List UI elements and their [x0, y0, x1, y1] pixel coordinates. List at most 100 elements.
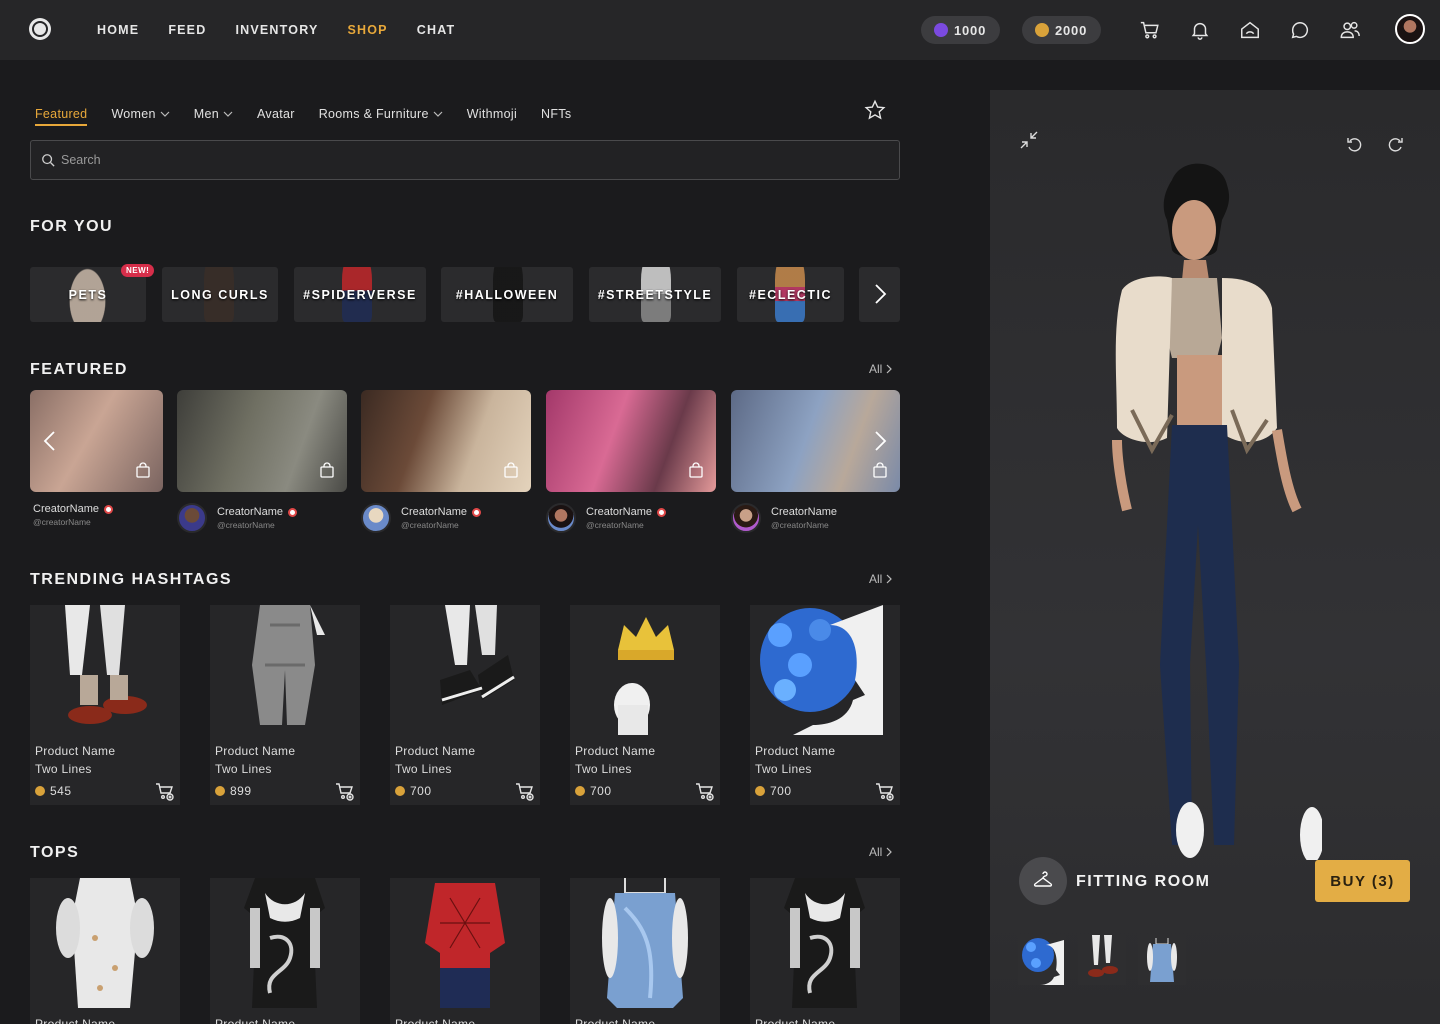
creator-info[interactable]: CreatorName @creatorName [33, 503, 114, 527]
minimize-icon[interactable] [1019, 130, 1039, 150]
featured-card[interactable] [361, 390, 531, 492]
fitting-item-thumb[interactable] [1078, 935, 1126, 985]
nav-feed[interactable]: FEED [168, 23, 206, 37]
chip-long-curls[interactable]: LONG CURLS [162, 267, 278, 322]
bag-icon[interactable] [688, 462, 704, 478]
product-image [750, 605, 900, 735]
nav-shop[interactable]: SHOP [348, 23, 388, 37]
chat-bubble-icon[interactable] [1288, 18, 1312, 42]
creator-name: CreatorName [33, 503, 114, 515]
product-name: Product Name Two Lines [35, 744, 116, 776]
tab-women[interactable]: Women [111, 107, 170, 121]
creator-info[interactable]: CreatorName @creatorName [546, 503, 667, 533]
chip-spiderverse[interactable]: #SPIDERVERSE [294, 267, 426, 322]
fitting-room-button[interactable] [1019, 857, 1067, 905]
bag-icon[interactable] [503, 462, 519, 478]
add-to-cart-icon[interactable] [515, 781, 535, 801]
tab-men[interactable]: Men [194, 107, 233, 121]
search-bar[interactable] [30, 140, 900, 180]
nav-inventory[interactable]: INVENTORY [235, 23, 318, 37]
tab-women-label: Women [111, 107, 156, 121]
creator-info[interactable]: CreatorName @creatorName [361, 503, 482, 533]
coin-icon [35, 786, 45, 796]
gem-icon [934, 23, 948, 37]
chevron-down-icon [223, 111, 233, 117]
creator-info[interactable]: CreatorName @creatorName [177, 503, 298, 533]
nav-home[interactable]: HOME [97, 23, 139, 37]
logo-icon[interactable] [29, 18, 51, 40]
product-card[interactable]: Product Name Two Lines 700 [570, 605, 720, 805]
chip-streetstyle[interactable]: #STREETSTYLE [589, 267, 721, 322]
creator-handle: @creatorName [771, 520, 829, 530]
product-card[interactable]: Product Name [30, 878, 180, 1024]
chevron-right-icon[interactable] [872, 430, 888, 452]
product-image [570, 878, 720, 1008]
redo-icon[interactable] [1385, 135, 1405, 155]
trending-all-link[interactable]: All [869, 572, 893, 586]
gems-balance[interactable]: 1000 [921, 16, 1001, 44]
for-you-title: FOR YOU [30, 218, 114, 235]
cart-icon[interactable] [1138, 18, 1162, 42]
featured-all-link[interactable]: All [869, 362, 893, 376]
featured-card[interactable] [177, 390, 347, 492]
creator-name: CreatorName [217, 506, 298, 518]
product-card[interactable]: Product Name [750, 878, 900, 1024]
bell-icon[interactable] [1188, 18, 1212, 42]
search-input[interactable] [61, 153, 861, 167]
featured-card[interactable] [546, 390, 716, 492]
tab-avatar[interactable]: Avatar [257, 107, 295, 121]
creator-handle: @creatorName [33, 517, 91, 527]
profile-avatar[interactable] [1395, 14, 1425, 44]
add-to-cart-icon[interactable] [155, 781, 175, 801]
chip-eclectic[interactable]: #ECLECTIC [737, 267, 844, 322]
people-icon[interactable] [1338, 18, 1362, 42]
top-bar: HOME FEED INVENTORY SHOP CHAT 1000 2000 [0, 0, 1440, 60]
tab-nfts[interactable]: NFTs [541, 107, 571, 121]
chevron-down-icon [433, 111, 443, 117]
product-image [390, 878, 540, 1008]
product-price: 700 [575, 784, 612, 798]
star-icon[interactable] [864, 99, 886, 121]
all-label: All [869, 362, 883, 376]
shop-main: Featured Women Men Avatar Rooms & Furnit… [0, 60, 930, 1024]
product-image [30, 878, 180, 1008]
chevron-right-icon[interactable] [870, 282, 890, 306]
avatar [546, 503, 576, 533]
creator-handle: @creatorName [401, 520, 459, 530]
main-nav: HOME FEED INVENTORY SHOP CHAT [97, 0, 484, 60]
product-name: Product Name Two Lines [215, 744, 296, 776]
chip-halloween[interactable]: #HALLOWEEN [441, 267, 573, 322]
home-icon[interactable] [1238, 18, 1262, 42]
undo-icon[interactable] [1345, 135, 1365, 155]
tab-featured[interactable]: Featured [35, 107, 88, 126]
fitting-item-thumb[interactable] [1138, 935, 1186, 985]
tab-rooms-furniture[interactable]: Rooms & Furniture [319, 107, 443, 121]
product-card[interactable]: Product Name [210, 878, 360, 1024]
product-name: Product Name [755, 1017, 836, 1024]
creator-handle: @creatorName [217, 520, 275, 530]
chevron-right-icon [886, 574, 893, 584]
product-card[interactable]: Product Name Two Lines 700 [390, 605, 540, 805]
product-card[interactable]: Product Name [570, 878, 720, 1024]
creator-name: CreatorName [771, 506, 838, 518]
add-to-cart-icon[interactable] [335, 781, 355, 801]
product-card[interactable]: Product Name Two Lines 899 [210, 605, 360, 805]
chevron-left-icon[interactable] [42, 430, 58, 452]
fitting-item-thumb[interactable] [1018, 935, 1066, 985]
coins-balance[interactable]: 2000 [1022, 16, 1102, 44]
bag-icon[interactable] [319, 462, 335, 478]
search-icon [42, 154, 55, 167]
tab-withmoji[interactable]: Withmoji [467, 107, 517, 121]
creator-info[interactable]: CreatorName @creatorName [731, 503, 837, 533]
tops-all-link[interactable]: All [869, 845, 893, 859]
nav-chat[interactable]: CHAT [417, 23, 456, 37]
bag-icon[interactable] [135, 462, 151, 478]
product-card[interactable]: Product Name [390, 878, 540, 1024]
product-card[interactable]: Product Name Two Lines 545 [30, 605, 180, 805]
bag-icon[interactable] [872, 462, 888, 478]
add-to-cart-icon[interactable] [695, 781, 715, 801]
buy-button[interactable]: BUY (3) [1315, 860, 1410, 902]
chip-label: PETS [68, 287, 108, 302]
product-card[interactable]: Product Name Two Lines 700 [750, 605, 900, 805]
add-to-cart-icon[interactable] [875, 781, 895, 801]
